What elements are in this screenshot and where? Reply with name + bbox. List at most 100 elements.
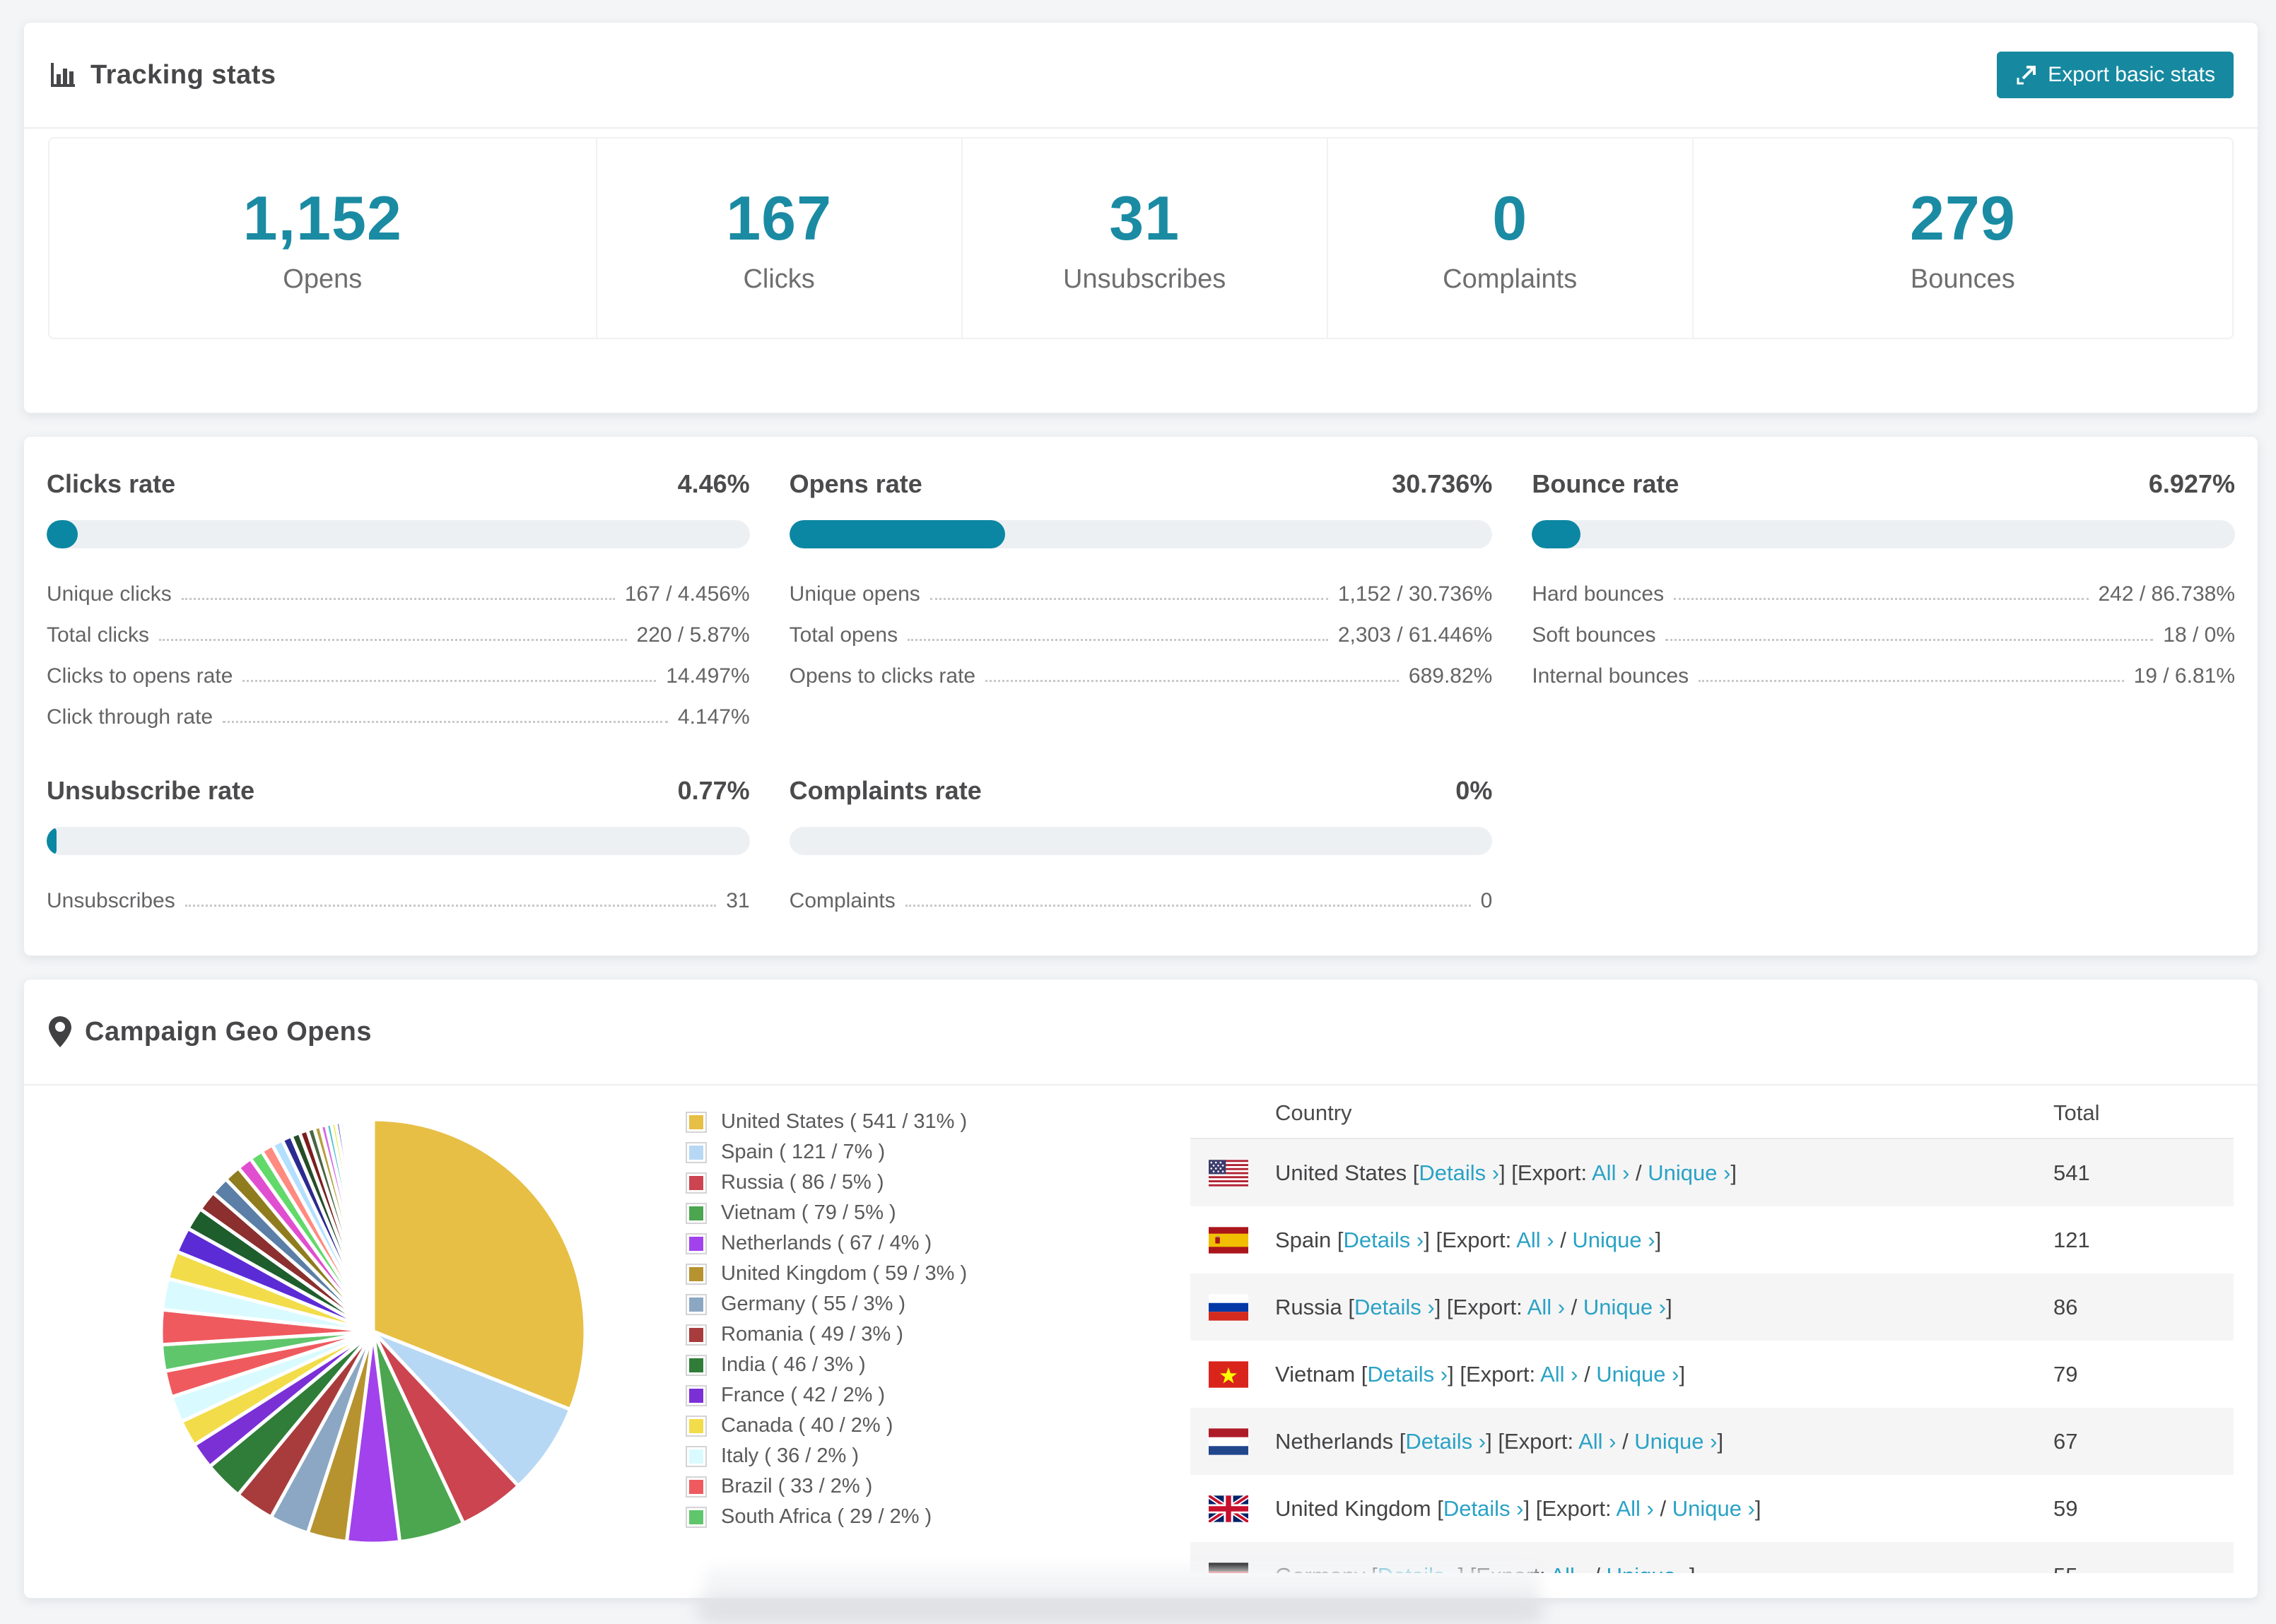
details-link[interactable]: Details › xyxy=(1405,1429,1486,1454)
rate-detail-value: 689.82% xyxy=(1408,664,1493,688)
rate-detail-list: Complaints 0 xyxy=(790,872,1493,913)
total-column-header: Total xyxy=(2053,1100,2100,1125)
legend-item[interactable]: United Kingdom ( 59 / 3% ) xyxy=(686,1259,1173,1289)
rate-title: Unsubscribe rate xyxy=(47,776,255,805)
rate-progress-fill xyxy=(789,520,1006,548)
legend-label: Brazil ( 33 / 2% ) xyxy=(721,1475,873,1498)
legend-label: Spain ( 121 / 7% ) xyxy=(721,1141,886,1163)
country-cell: Russia [Details ›] [Export: All › / Uniq… xyxy=(1275,1294,1672,1319)
table-row-vn: Vietnam [Details ›] [Export: All › / Uni… xyxy=(1190,1341,2234,1408)
rate-detail-label: Soft bounces xyxy=(1532,623,1656,647)
bottom-blur-overlay xyxy=(703,1567,1541,1597)
stat-cell-unsubscribes: 31 Unsubscribes xyxy=(963,139,1328,338)
legend-item[interactable]: Russia ( 86 / 5% ) xyxy=(686,1167,1173,1198)
details-link[interactable]: Details › xyxy=(1344,1228,1424,1252)
country-cell: United States [Details ›] [Export: All ›… xyxy=(1275,1160,1737,1185)
rates-card: Clicks rate 4.46% Unique clicks 167 / 4.456… xyxy=(23,436,2258,956)
country-column-header: Country xyxy=(1275,1100,1352,1125)
geo-pie-chart xyxy=(147,1105,599,1558)
rate-progress-fill xyxy=(1532,520,1581,548)
export-all-link[interactable]: All › xyxy=(1616,1496,1653,1521)
table-header-row: Country Total xyxy=(1190,1088,2234,1139)
geo-body: United States ( 541 / 31% ) Spain ( 121 /… xyxy=(24,1085,2258,1573)
rate-detail-row: Clicks to opens rate 14.497% xyxy=(47,647,750,688)
total-cell: 79 xyxy=(2053,1361,2078,1387)
page-title: Tracking stats xyxy=(90,59,276,90)
legend-item[interactable]: Vietnam ( 79 / 5% ) xyxy=(686,1198,1173,1228)
legend-label: United States ( 541 / 31% ) xyxy=(721,1110,968,1133)
stat-value: 167 xyxy=(726,182,833,253)
legend-swatch xyxy=(686,1415,707,1437)
legend-item[interactable]: Italy ( 36 / 2% ) xyxy=(686,1441,1173,1471)
export-all-link[interactable]: All › xyxy=(1592,1160,1629,1185)
legend-item[interactable]: Germany ( 55 / 3% ) xyxy=(686,1289,1173,1319)
rate-detail-value: 242 / 86.738% xyxy=(2098,582,2236,606)
rate-title: Bounce rate xyxy=(1532,469,1679,498)
legend-swatch xyxy=(686,1263,707,1285)
legend-label: United Kingdom ( 59 / 3% ) xyxy=(721,1262,968,1285)
rate-detail-row: Unique clicks 167 / 4.456% xyxy=(47,565,750,606)
details-link[interactable]: Details › xyxy=(1354,1295,1435,1319)
legend-swatch xyxy=(686,1202,707,1224)
stat-cell-opens: 1,152 Opens xyxy=(49,139,597,338)
table-row-nl: Netherlands [Details ›] [Export: All › /… xyxy=(1190,1408,2234,1475)
legend-item[interactable]: India ( 46 / 3% ) xyxy=(686,1350,1173,1380)
stat-cell-bounces: 279 Bounces xyxy=(1694,139,2232,338)
rate-value: 0.77% xyxy=(677,776,750,805)
export-all-link[interactable]: All › xyxy=(1540,1362,1578,1387)
details-link[interactable]: Details › xyxy=(1419,1160,1499,1185)
legend-label: Russia ( 86 / 5% ) xyxy=(721,1171,884,1194)
export-all-link[interactable]: All › xyxy=(1578,1429,1616,1454)
dotted-leader xyxy=(929,598,1328,600)
dotted-leader xyxy=(1674,598,2089,600)
dotted-leader xyxy=(908,639,1328,641)
legend-item[interactable]: United States ( 541 / 31% ) xyxy=(686,1107,1173,1137)
export-unique-link[interactable]: Unique › xyxy=(1634,1429,1717,1454)
details-link[interactable]: Details › xyxy=(1367,1362,1448,1387)
export-unique-link[interactable]: Unique › xyxy=(1583,1295,1666,1319)
export-unique-link[interactable]: Unique › xyxy=(1596,1362,1679,1387)
export-all-link[interactable]: All › xyxy=(1527,1295,1565,1319)
dotted-leader xyxy=(181,598,615,600)
ru-flag-icon xyxy=(1209,1293,1248,1321)
stat-label: Unsubscribes xyxy=(1063,264,1226,294)
rate-header: Complaints rate 0% xyxy=(790,776,1493,806)
legend-item[interactable]: Netherlands ( 67 / 4% ) xyxy=(686,1228,1173,1259)
export-all-link[interactable]: All › xyxy=(1516,1228,1554,1252)
legend-label: Germany ( 55 / 3% ) xyxy=(721,1293,906,1315)
legend-swatch xyxy=(686,1111,707,1133)
nl-flag-icon xyxy=(1209,1428,1248,1455)
campaign-geo-opens-card: Campaign Geo Opens United States ( 541 /… xyxy=(23,979,2258,1599)
stat-cell-clicks: 167 Clicks xyxy=(597,139,963,338)
export-unique-link[interactable]: Unique › xyxy=(1607,1563,1689,1574)
rate-detail-value: 31 xyxy=(726,889,750,912)
country-name: Netherlands xyxy=(1275,1428,1400,1454)
legend-item[interactable]: France ( 42 / 2% ) xyxy=(686,1380,1173,1411)
export-all-link[interactable]: All › xyxy=(1550,1563,1588,1574)
legend-item[interactable]: South Africa ( 29 / 2% ) xyxy=(686,1502,1173,1532)
total-cell: 86 xyxy=(2053,1294,2078,1319)
rate-detail-row: Unsubscribes 31 xyxy=(47,872,750,913)
legend-item[interactable]: Canada ( 40 / 2% ) xyxy=(686,1411,1173,1441)
legend-item[interactable]: Spain ( 121 / 7% ) xyxy=(686,1137,1173,1167)
rate-detail-list: Unique clicks 167 / 4.456% Total clicks 220… xyxy=(47,565,750,729)
geo-header: Campaign Geo Opens xyxy=(24,979,2258,1085)
legend-item[interactable]: Romania ( 49 / 3% ) xyxy=(686,1319,1173,1350)
export-unique-link[interactable]: Unique › xyxy=(1672,1496,1755,1521)
rate-title: Opens rate xyxy=(789,469,922,498)
stat-cell-complaints: 0 Complaints xyxy=(1328,139,1694,338)
gb-flag-icon xyxy=(1209,1495,1248,1522)
legend-swatch xyxy=(686,1141,707,1163)
legend-item[interactable]: Brazil ( 33 / 2% ) xyxy=(686,1471,1173,1502)
legend-swatch xyxy=(686,1506,707,1528)
export-unique-link[interactable]: Unique › xyxy=(1572,1228,1655,1252)
legend-swatch xyxy=(686,1445,707,1467)
rate-detail-value: 18 / 0% xyxy=(2163,623,2235,647)
export-unique-link[interactable]: Unique › xyxy=(1648,1160,1730,1185)
rate-detail-label: Total clicks xyxy=(47,623,150,647)
details-link[interactable]: Details › xyxy=(1443,1496,1524,1521)
rate-detail-value: 2,303 / 61.446% xyxy=(1337,623,1493,647)
export-basic-stats-button[interactable]: Export basic stats xyxy=(1997,52,2234,98)
country-cell: Spain [Details ›] [Export: All › / Uniqu… xyxy=(1275,1227,1662,1252)
legend-swatch xyxy=(686,1384,707,1406)
